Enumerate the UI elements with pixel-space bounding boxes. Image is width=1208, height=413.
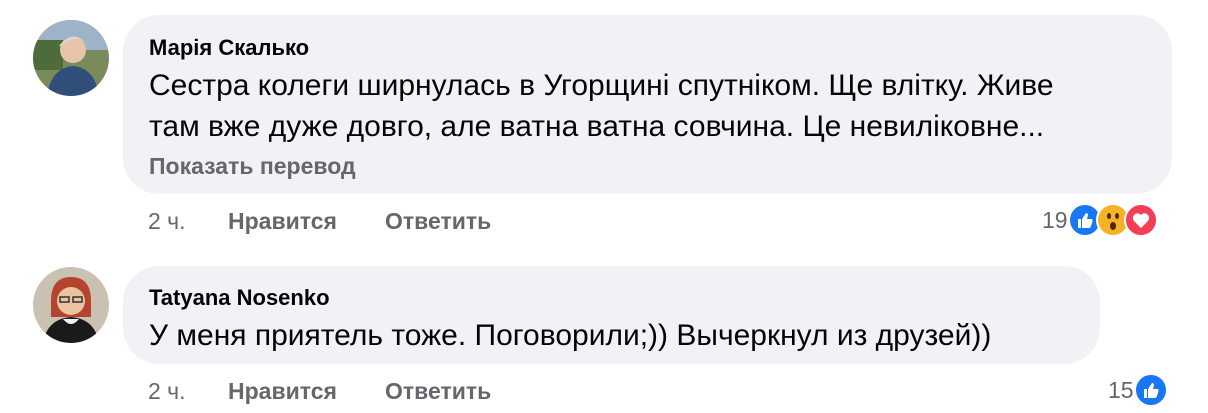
like-button[interactable]: Нравится (228, 378, 337, 405)
like-icon (1133, 373, 1168, 407)
reactions-summary[interactable]: 19 (1042, 203, 1158, 237)
reactions-count: 19 (1042, 206, 1068, 233)
comment-text-line: там вже дуже довго, але ватна ватна совч… (149, 110, 1045, 143)
comment-timestamp[interactable]: 2 ч. (148, 208, 186, 235)
show-translation-link[interactable]: Показать перевод (149, 153, 1146, 180)
reply-button[interactable]: Ответить (385, 208, 491, 235)
comment-text-line: Сестра колеги ширнулась в Угорщині спутн… (149, 69, 1054, 102)
comment-bubble: Tatyana Nosenko У меня приятель тоже. По… (123, 266, 1100, 364)
comment-text-line: У меня приятель тоже. Поговорили;)) Выче… (149, 319, 992, 352)
comment-text: У меня приятель тоже. Поговорили;)) Выче… (149, 315, 1074, 356)
love-icon (1123, 203, 1158, 237)
avatar[interactable] (33, 267, 109, 343)
comment-timestamp[interactable]: 2 ч. (148, 378, 186, 405)
reply-button[interactable]: Ответить (385, 378, 491, 405)
comment-author[interactable]: Tatyana Nosenko (149, 285, 1074, 311)
like-button[interactable]: Нравится (228, 208, 337, 235)
reactions-count: 15 (1108, 376, 1134, 403)
comment-bubble: Марія Скалько Сестра колеги ширнулась в … (123, 15, 1172, 194)
reactions-summary[interactable]: 15 (1108, 373, 1168, 407)
comment-text: Сестра колеги ширнулась в Угорщині спутн… (149, 65, 1146, 147)
avatar[interactable] (33, 20, 109, 96)
comment-author[interactable]: Марія Скалько (149, 35, 1146, 61)
